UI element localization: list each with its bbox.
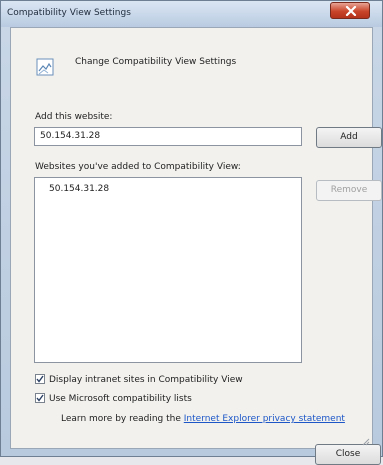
close-x-icon <box>345 6 357 16</box>
add-button[interactable]: Add <box>316 127 382 148</box>
privacy-statement-link[interactable]: Internet Explorer privacy statement <box>184 414 345 424</box>
compatibility-view-dialog: Compatibility View Settings Change Compa… <box>0 0 383 465</box>
page-icon <box>36 58 54 76</box>
dialog-body: Change Compatibility View Settings Add t… <box>10 27 382 465</box>
remove-button[interactable]: Remove <box>316 180 382 201</box>
add-website-input[interactable]: 50.154.31.28 <box>34 127 302 146</box>
resize-grip-icon[interactable] <box>360 436 370 446</box>
checkmark-icon <box>36 375 44 383</box>
title-bar[interactable]: Compatibility View Settings <box>1 1 382 27</box>
microsoft-lists-checkbox-label[interactable]: Use Microsoft compatibility lists <box>49 394 192 404</box>
learn-more-text: Learn more by reading the Internet Explo… <box>61 414 345 424</box>
list-item[interactable]: 50.154.31.28 <box>49 184 109 194</box>
window-title: Compatibility View Settings <box>7 8 131 18</box>
websites-listbox[interactable]: 50.154.31.28 <box>34 177 302 363</box>
close-button[interactable]: Close <box>315 444 381 465</box>
intranet-checkbox[interactable] <box>35 374 45 384</box>
learn-more-prefix: Learn more by reading the <box>61 414 184 424</box>
window-close-button[interactable] <box>330 2 370 19</box>
add-website-label: Add this website: <box>35 112 113 122</box>
checkmark-icon <box>36 394 44 402</box>
intranet-checkbox-label[interactable]: Display intranet sites in Compatibility … <box>49 375 243 385</box>
dialog-heading: Change Compatibility View Settings <box>75 57 237 67</box>
websites-list-label: Websites you've added to Compatibility V… <box>35 162 241 172</box>
microsoft-lists-checkbox[interactable] <box>35 393 45 403</box>
